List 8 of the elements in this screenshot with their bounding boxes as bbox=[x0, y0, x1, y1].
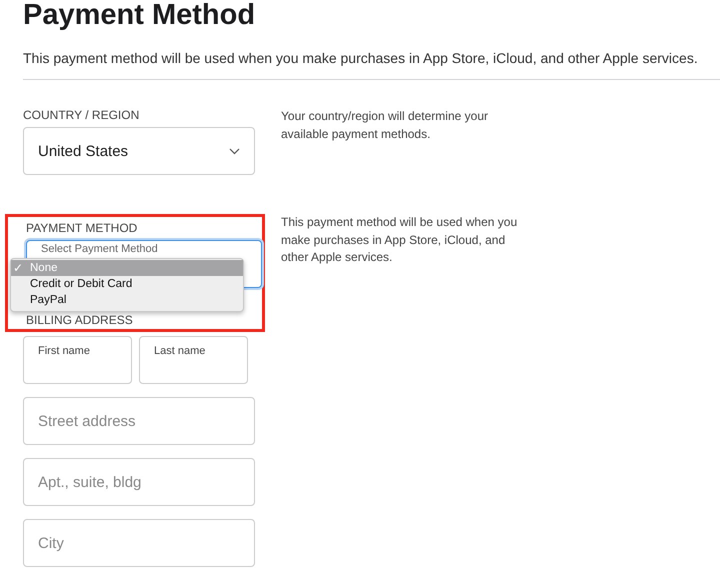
check-icon: ✓ bbox=[13, 261, 30, 275]
page-title: Payment Method bbox=[23, 0, 256, 32]
intro-text: This payment method will be used when you make purchases in App Store, iCloud, and other Apple services. bbox=[23, 50, 699, 66]
help-text: This payment method will be used when you make purchases in App Store, iCloud, and other Apple services. bbox=[281, 214, 518, 266]
field-label: COUNTRY / REGION bbox=[23, 108, 140, 122]
help-text: Your country/region will determine your available payment methods. bbox=[281, 108, 489, 142]
field-label: PAYMENT METHOD bbox=[26, 221, 138, 235]
section-label: BILLING ADDRESS bbox=[26, 314, 134, 329]
